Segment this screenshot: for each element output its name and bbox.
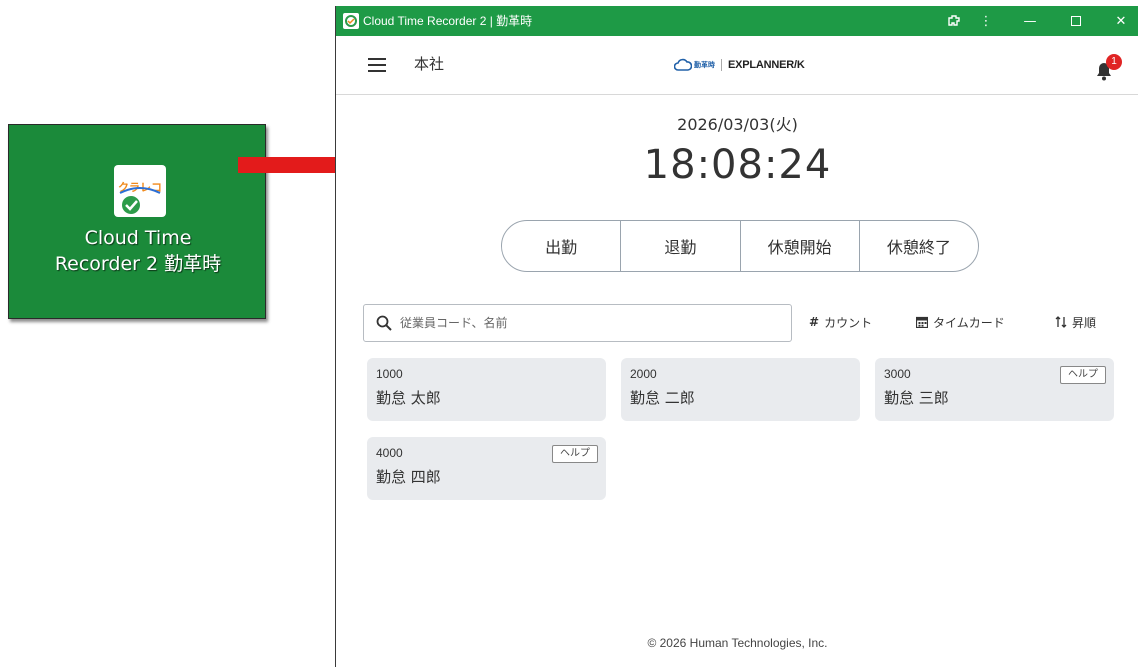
count-button[interactable]: # カウント: [809, 312, 872, 332]
timecard-button[interactable]: タイムカード: [916, 312, 1005, 332]
extensions-icon[interactable]: [936, 6, 972, 36]
app-header: 本社 勤革時 EXPLANNER/K 1: [336, 36, 1138, 95]
hamburger-menu-icon[interactable]: [368, 58, 386, 72]
notification-bell-icon[interactable]: 1: [1094, 54, 1122, 81]
close-icon[interactable]: ✕: [1103, 6, 1138, 36]
employee-code: 3000: [884, 367, 911, 381]
minimize-icon[interactable]: —: [1012, 6, 1048, 36]
brand-logo: 勤革時 EXPLANNER/K: [674, 56, 805, 74]
store-name: 本社: [414, 55, 445, 73]
employee-card[interactable]: 4000 勤怠 四郎 ヘルプ: [367, 437, 606, 500]
shortcut-label-line2: Recorder 2 勤革時: [54, 253, 222, 275]
search-box[interactable]: [363, 304, 792, 342]
employee-name: 勤怠 四郎: [376, 468, 441, 486]
sort-label: 昇順: [1072, 315, 1097, 330]
employee-code: 1000: [376, 367, 403, 381]
current-time: 18:08:24: [643, 142, 832, 188]
shortcut-label-line1: Cloud Time: [84, 227, 192, 249]
app-logo-icon: クラレコ: [114, 165, 166, 217]
break-end-button[interactable]: 休憩終了: [860, 221, 978, 271]
desktop-shortcut-tile[interactable]: クラレコ Cloud Time Recorder 2 勤革時: [8, 124, 266, 319]
timecard-label: タイムカード: [933, 315, 1005, 330]
maximize-icon[interactable]: [1058, 6, 1094, 36]
employee-card[interactable]: 1000 勤怠 太郎: [367, 358, 606, 421]
help-tag: ヘルプ: [1060, 366, 1106, 384]
employee-code: 2000: [630, 367, 657, 381]
more-options-icon[interactable]: ⋮: [968, 6, 1004, 36]
current-date: 2026/03/03(火): [677, 115, 798, 134]
hash-icon: #: [809, 315, 820, 329]
clock-in-button[interactable]: 出勤: [502, 221, 622, 271]
employee-search-input[interactable]: [400, 313, 780, 333]
cloud-logo-icon: [674, 58, 692, 71]
sort-button[interactable]: 昇順: [1055, 312, 1096, 332]
brand-sub-text: 勤革時: [694, 62, 715, 69]
employee-code: 4000: [376, 446, 403, 460]
break-start-button[interactable]: 休憩開始: [741, 221, 860, 271]
employee-card[interactable]: 3000 勤怠 三郎 ヘルプ: [875, 358, 1114, 421]
employee-name: 勤怠 三郎: [884, 389, 949, 407]
app-window: Cloud Time Recorder 2 | 勤革時 ⋮ — ✕ 本社 勤革時…: [335, 6, 1138, 667]
clock-out-button[interactable]: 退勤: [621, 221, 741, 271]
sort-arrows-icon: [1055, 316, 1067, 328]
search-icon: [376, 315, 392, 331]
employee-card[interactable]: 2000 勤怠 二郎: [621, 358, 860, 421]
app-title-icon: [343, 13, 359, 29]
count-label: カウント: [824, 315, 873, 330]
help-tag: ヘルプ: [552, 445, 598, 463]
employee-name: 勤怠 二郎: [630, 389, 695, 407]
calendar-icon: [916, 316, 928, 328]
shortcut-label: Cloud Time Recorder 2 勤革時: [9, 225, 267, 277]
footer-copyright: © 2026 Human Technologies, Inc.: [647, 636, 828, 650]
punch-button-group: 出勤 退勤 休憩開始 休憩終了: [501, 220, 979, 272]
brand-main-text: EXPLANNER/K: [728, 59, 805, 71]
title-bar[interactable]: Cloud Time Recorder 2 | 勤革時 ⋮ — ✕: [336, 6, 1138, 36]
window-title: Cloud Time Recorder 2 | 勤革時: [363, 14, 533, 28]
notification-badge: 1: [1106, 54, 1122, 70]
brand-divider: [721, 59, 722, 71]
employee-name: 勤怠 太郎: [376, 389, 441, 407]
